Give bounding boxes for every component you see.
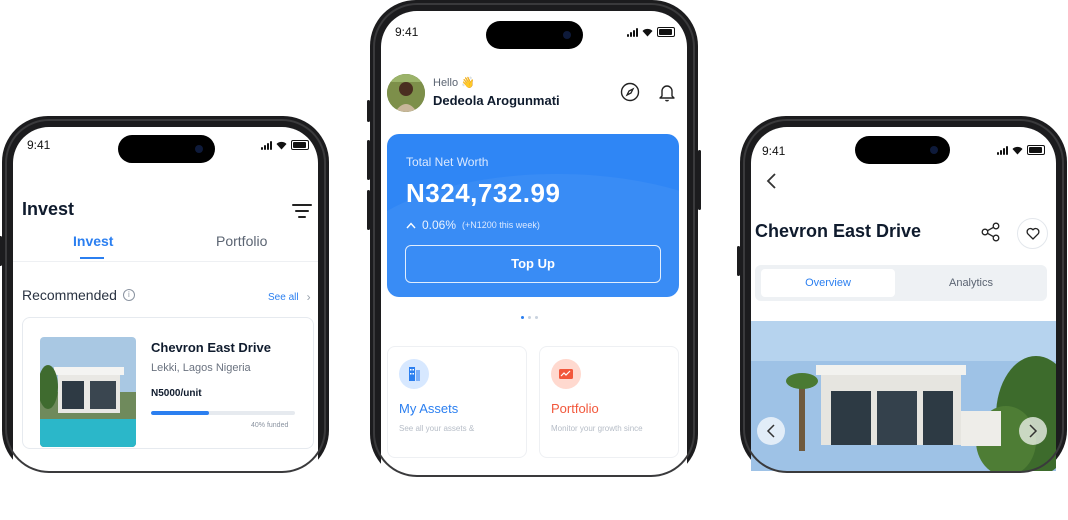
- chevron-right-icon: ›: [306, 290, 311, 304]
- favorite-button[interactable]: [1017, 218, 1048, 249]
- chart-icon: [551, 359, 581, 389]
- segmented-control: Overview Analytics: [755, 265, 1047, 301]
- change-percent: 0.06%: [422, 218, 457, 232]
- carousel-dot[interactable]: [535, 316, 538, 319]
- carousel-dot[interactable]: [521, 316, 524, 319]
- bell-icon[interactable]: [657, 82, 677, 102]
- building-icon: [399, 359, 429, 389]
- status-time: 9:41: [395, 25, 419, 39]
- share-icon[interactable]: [980, 221, 1002, 243]
- change-note: (+N1200 this week): [462, 220, 540, 230]
- tab-overview[interactable]: Overview: [761, 269, 895, 297]
- carousel-dots: [521, 316, 538, 319]
- funding-progress-bar: [151, 411, 295, 415]
- chevron-up-icon: [406, 221, 416, 228]
- greeting: Hello 👋: [433, 77, 475, 89]
- invest-screen: 9:41 Invest Invest Portfolio Recommended…: [13, 127, 318, 516]
- net-worth-card: Total Net Worth N324,732.99 0.06% (+N120…: [387, 134, 679, 297]
- side-button: [367, 190, 370, 230]
- tile-title: Portfolio: [551, 401, 599, 416]
- detail-phone: 9:41 Chevron East Drive Overview Analyti…: [737, 116, 1067, 516]
- card-location: Lekki, Lagos Nigeria: [151, 362, 251, 374]
- dynamic-island: [855, 136, 950, 164]
- avatar[interactable]: [387, 74, 425, 112]
- tab-bar: Invest Portfolio: [13, 227, 318, 262]
- home-phone: 9:41 Hello 👋 Dedeola Arogunmati Total Ne…: [367, 0, 701, 520]
- funding-progress-fill: [151, 411, 209, 415]
- signal-icon: [997, 146, 1008, 155]
- compass-icon[interactable]: [620, 82, 640, 102]
- signal-icon: [261, 141, 272, 150]
- side-button: [737, 246, 740, 276]
- my-assets-tile[interactable]: My Assets See all your assets &: [387, 346, 527, 458]
- see-all-label: See all: [268, 291, 299, 303]
- battery-icon: [291, 140, 309, 150]
- funded-label: 40% funded: [251, 422, 289, 429]
- tab-portfolio[interactable]: Portfolio: [216, 233, 267, 249]
- tab-invest[interactable]: Invest: [73, 233, 113, 249]
- heart-icon: [1026, 227, 1039, 240]
- property-card[interactable]: Chevron East Drive Lekki, Lagos Nigeria …: [22, 317, 314, 449]
- back-arrow-icon[interactable]: [766, 172, 778, 190]
- property-hero-image: [751, 321, 1056, 471]
- home-screen: 9:41 Hello 👋 Dedeola Arogunmati Total Ne…: [381, 11, 687, 520]
- card-price: N5000/unit: [151, 388, 202, 399]
- section-header: Recommended i: [22, 287, 135, 303]
- side-button: [0, 236, 2, 266]
- tab-analytics[interactable]: Analytics: [901, 269, 1041, 297]
- section-title: Recommended: [22, 287, 117, 303]
- top-up-button[interactable]: Top Up: [405, 245, 661, 283]
- net-worth-value: N324,732.99: [406, 178, 561, 208]
- filter-icon[interactable]: [292, 204, 312, 218]
- wifi-icon: [1012, 146, 1023, 155]
- battery-icon: [657, 27, 675, 37]
- wifi-icon: [276, 141, 287, 150]
- dynamic-island: [486, 21, 583, 49]
- net-worth-change: 0.06% (+N1200 this week): [406, 218, 540, 232]
- status-icons: [261, 140, 309, 150]
- card-title: Chevron East Drive: [151, 340, 271, 355]
- detail-screen: 9:41 Chevron East Drive Overview Analyti…: [751, 127, 1056, 516]
- battery-icon: [1027, 145, 1045, 155]
- wifi-icon: [642, 28, 653, 37]
- side-button: [367, 100, 370, 122]
- info-icon[interactable]: i: [122, 289, 135, 301]
- property-title: Chevron East Drive: [755, 221, 922, 241]
- net-worth-label: Total Net Worth: [406, 155, 489, 169]
- page-title: Invest: [22, 199, 75, 219]
- prev-image-button: [757, 417, 785, 445]
- property-thumbnail: [40, 337, 136, 447]
- status-icons: [997, 145, 1045, 155]
- signal-icon: [627, 28, 638, 37]
- active-tab-indicator: [80, 257, 104, 259]
- invest-phone: 9:41 Invest Invest Portfolio Recommended…: [0, 116, 329, 516]
- see-all-link[interactable]: See all ›: [268, 290, 311, 304]
- tile-title: My Assets: [399, 401, 459, 416]
- status-time: 9:41: [762, 144, 786, 158]
- user-name: Dedeola Arogunmati: [433, 93, 560, 108]
- side-button: [698, 150, 701, 210]
- status-icons: [627, 27, 675, 37]
- portfolio-tile[interactable]: Portfolio Monitor your growth since: [539, 346, 679, 458]
- side-button: [367, 140, 370, 180]
- dynamic-island: [118, 135, 215, 163]
- next-image-button: [1019, 417, 1047, 445]
- carousel-dot[interactable]: [528, 316, 531, 319]
- status-time: 9:41: [27, 138, 51, 152]
